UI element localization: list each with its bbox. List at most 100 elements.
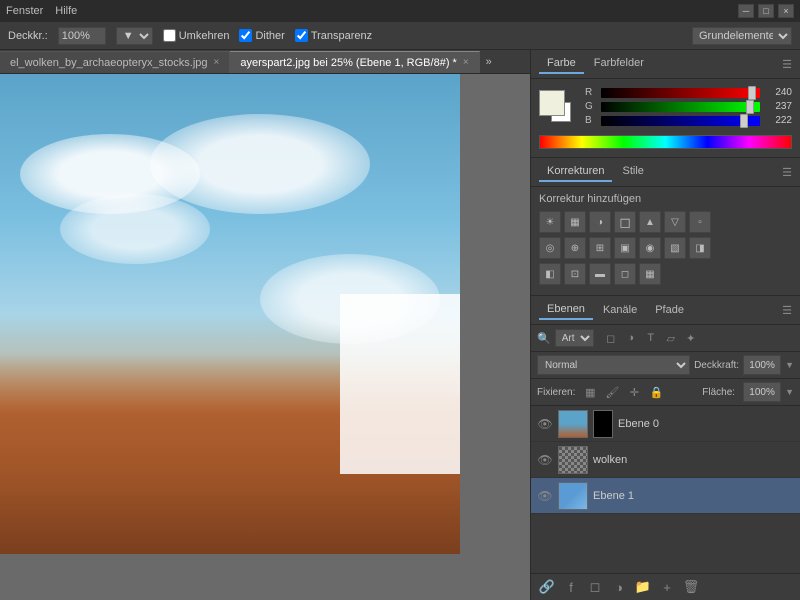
korr-icon-photofilter[interactable]: ⊕: [564, 237, 586, 259]
fix-move-icon[interactable]: ✛: [625, 383, 643, 401]
korr-icon-curves[interactable]: ◑: [589, 211, 611, 233]
tab-pfade[interactable]: Pfade: [647, 301, 692, 319]
ebenen-filter-row: 🔍 Art ◻ ◑ T ▱ ✦: [531, 325, 800, 352]
tab-ayerspart[interactable]: ayerspart2.jpg bei 25% (Ebene 1, RGB/8#)…: [230, 51, 479, 73]
fix-paint-icon[interactable]: 🖌: [603, 383, 621, 401]
layer-row-ebene0[interactable]: 👁 Ebene 0: [531, 406, 800, 442]
layer-type-dropdown[interactable]: Art: [555, 329, 594, 347]
tab-korrekturen[interactable]: Korrekturen: [539, 162, 612, 182]
fix-all-icon[interactable]: 🔒: [647, 383, 665, 401]
korrekturen-panel-menu[interactable]: ☰: [782, 166, 792, 179]
color-panel-header: Farbe Farbfelder ☰: [531, 50, 800, 79]
tab-more-icon[interactable]: »: [480, 56, 498, 68]
layer-group-button[interactable]: 📁: [633, 578, 653, 596]
b-thumb[interactable]: [740, 114, 748, 128]
tab-farbe[interactable]: Farbe: [539, 54, 584, 74]
menu-fenster[interactable]: Fenster: [6, 5, 43, 17]
r-thumb[interactable]: [748, 86, 756, 100]
b-slider[interactable]: [601, 116, 760, 126]
layer-2-visibility-icon[interactable]: 👁: [537, 488, 553, 504]
layer-new-button[interactable]: +: [657, 578, 677, 596]
korr-icon-pattern[interactable]: ▦: [639, 263, 661, 285]
layer-filter-icons: ◻ ◑ T ▱ ✦: [598, 329, 704, 347]
white-rectangle: [340, 294, 460, 474]
layer-delete-button[interactable]: 🗑: [681, 578, 701, 596]
layer-1-visibility-icon[interactable]: 👁: [537, 452, 553, 468]
g-slider[interactable]: [601, 102, 760, 112]
tab-stile[interactable]: Stile: [614, 162, 651, 182]
layer-link-button[interactable]: 🔗: [537, 578, 557, 596]
grundelemente-dropdown[interactable]: Grundelemente: [692, 27, 792, 45]
maximize-button[interactable]: □: [758, 4, 774, 18]
korr-icon-invert[interactable]: ◉: [639, 237, 661, 259]
umkehren-checkbox[interactable]: Umkehren: [163, 29, 230, 42]
korr-icon-solid[interactable]: ▬: [589, 263, 611, 285]
color-sliders: R 240 G 237: [585, 87, 792, 129]
cloud-2: [150, 114, 370, 214]
layers-list: 👁 Ebene 0 👁 wolken: [531, 406, 800, 573]
korr-icon-gradientmap[interactable]: ◧: [539, 263, 561, 285]
layer-row-wolken[interactable]: 👁 wolken: [531, 442, 800, 478]
umkehren-check[interactable]: [163, 29, 176, 42]
korr-icon-exposure[interactable]: ◻: [614, 211, 636, 233]
minimize-button[interactable]: ─: [738, 4, 754, 18]
korr-icon-brightness[interactable]: ☀: [539, 211, 561, 233]
korr-icon-vibrance[interactable]: ▲: [639, 211, 661, 233]
layer-row-ebene1[interactable]: 👁 Ebene 1: [531, 478, 800, 514]
tab-wolken-close[interactable]: ×: [214, 57, 220, 68]
dither-checkbox[interactable]: Dither: [239, 29, 284, 42]
opacity-label: Deckkraft:: [694, 360, 739, 371]
color-gradient-bar[interactable]: [539, 135, 792, 149]
korr-icon-colorlookup[interactable]: ▣: [614, 237, 636, 259]
korr-icon-channelmixer[interactable]: ⊞: [589, 237, 611, 259]
korr-icon-bw[interactable]: ◎: [539, 237, 561, 259]
opacity-arrow-icon[interactable]: ▼: [785, 360, 794, 370]
fix-transparent-icon[interactable]: ▦: [581, 383, 599, 401]
filter-pixel-icon[interactable]: ◻: [602, 329, 620, 347]
korr-icon-colorbalance[interactable]: ▫: [689, 211, 711, 233]
tab-ayerspart-close[interactable]: ×: [463, 57, 469, 68]
korr-title: Korrektur hinzufügen: [539, 193, 792, 205]
foreground-swatch[interactable]: [539, 90, 565, 116]
korr-icon-selectivecolor[interactable]: ⊡: [564, 263, 586, 285]
opacity-input[interactable]: [58, 27, 106, 45]
color-panel-menu[interactable]: ☰: [782, 58, 792, 71]
tab-farbfelder[interactable]: Farbfelder: [586, 54, 652, 74]
layer-adjustment-button[interactable]: ◑: [609, 578, 629, 596]
filter-smart-icon[interactable]: ✦: [682, 329, 700, 347]
layer-0-mask[interactable]: [593, 410, 613, 438]
filter-shape-icon[interactable]: ▱: [662, 329, 680, 347]
g-value: 237: [764, 101, 792, 112]
slider-row-r: R 240: [585, 87, 792, 98]
transparenz-check[interactable]: [295, 29, 308, 42]
filter-text-icon[interactable]: T: [642, 329, 660, 347]
layer-0-name: Ebene 0: [618, 418, 659, 430]
flache-input[interactable]: [743, 382, 781, 402]
g-thumb[interactable]: [746, 100, 754, 114]
layer-0-visibility-icon[interactable]: 👁: [537, 416, 553, 432]
tab-kanaele[interactable]: Kanäle: [595, 301, 645, 319]
layer-mask-button[interactable]: ◻: [585, 578, 605, 596]
close-button[interactable]: ×: [778, 4, 794, 18]
opacity-dropdown[interactable]: ▼: [116, 27, 153, 45]
korr-icon-gradient[interactable]: ◻: [614, 263, 636, 285]
ebenen-header: Ebenen Kanäle Pfade ☰: [531, 296, 800, 325]
tab-ebenen[interactable]: Ebenen: [539, 300, 593, 320]
color-swatches[interactable]: [539, 90, 575, 126]
ebenen-panel-menu[interactable]: ☰: [782, 304, 792, 317]
korr-icon-posterize[interactable]: ▧: [664, 237, 686, 259]
korr-icon-threshold[interactable]: ◨: [689, 237, 711, 259]
blend-mode-dropdown[interactable]: Normal: [537, 355, 690, 375]
dither-check[interactable]: [239, 29, 252, 42]
korr-icon-levels[interactable]: ▦: [564, 211, 586, 233]
r-slider[interactable]: [601, 88, 760, 98]
menu-hilfe[interactable]: Hilfe: [55, 5, 77, 17]
color-section: Farbe Farbfelder ☰ R: [531, 50, 800, 158]
flache-arrow-icon[interactable]: ▼: [785, 387, 794, 397]
tab-wolken[interactable]: el_wolken_by_archaeopteryx_stocks.jpg ×: [0, 51, 230, 73]
korr-icon-hue[interactable]: ▽: [664, 211, 686, 233]
layer-fx-button[interactable]: f: [561, 578, 581, 596]
transparenz-checkbox[interactable]: Transparenz: [295, 29, 372, 42]
opacity-input[interactable]: [743, 355, 781, 375]
filter-adjust-icon[interactable]: ◑: [622, 329, 640, 347]
